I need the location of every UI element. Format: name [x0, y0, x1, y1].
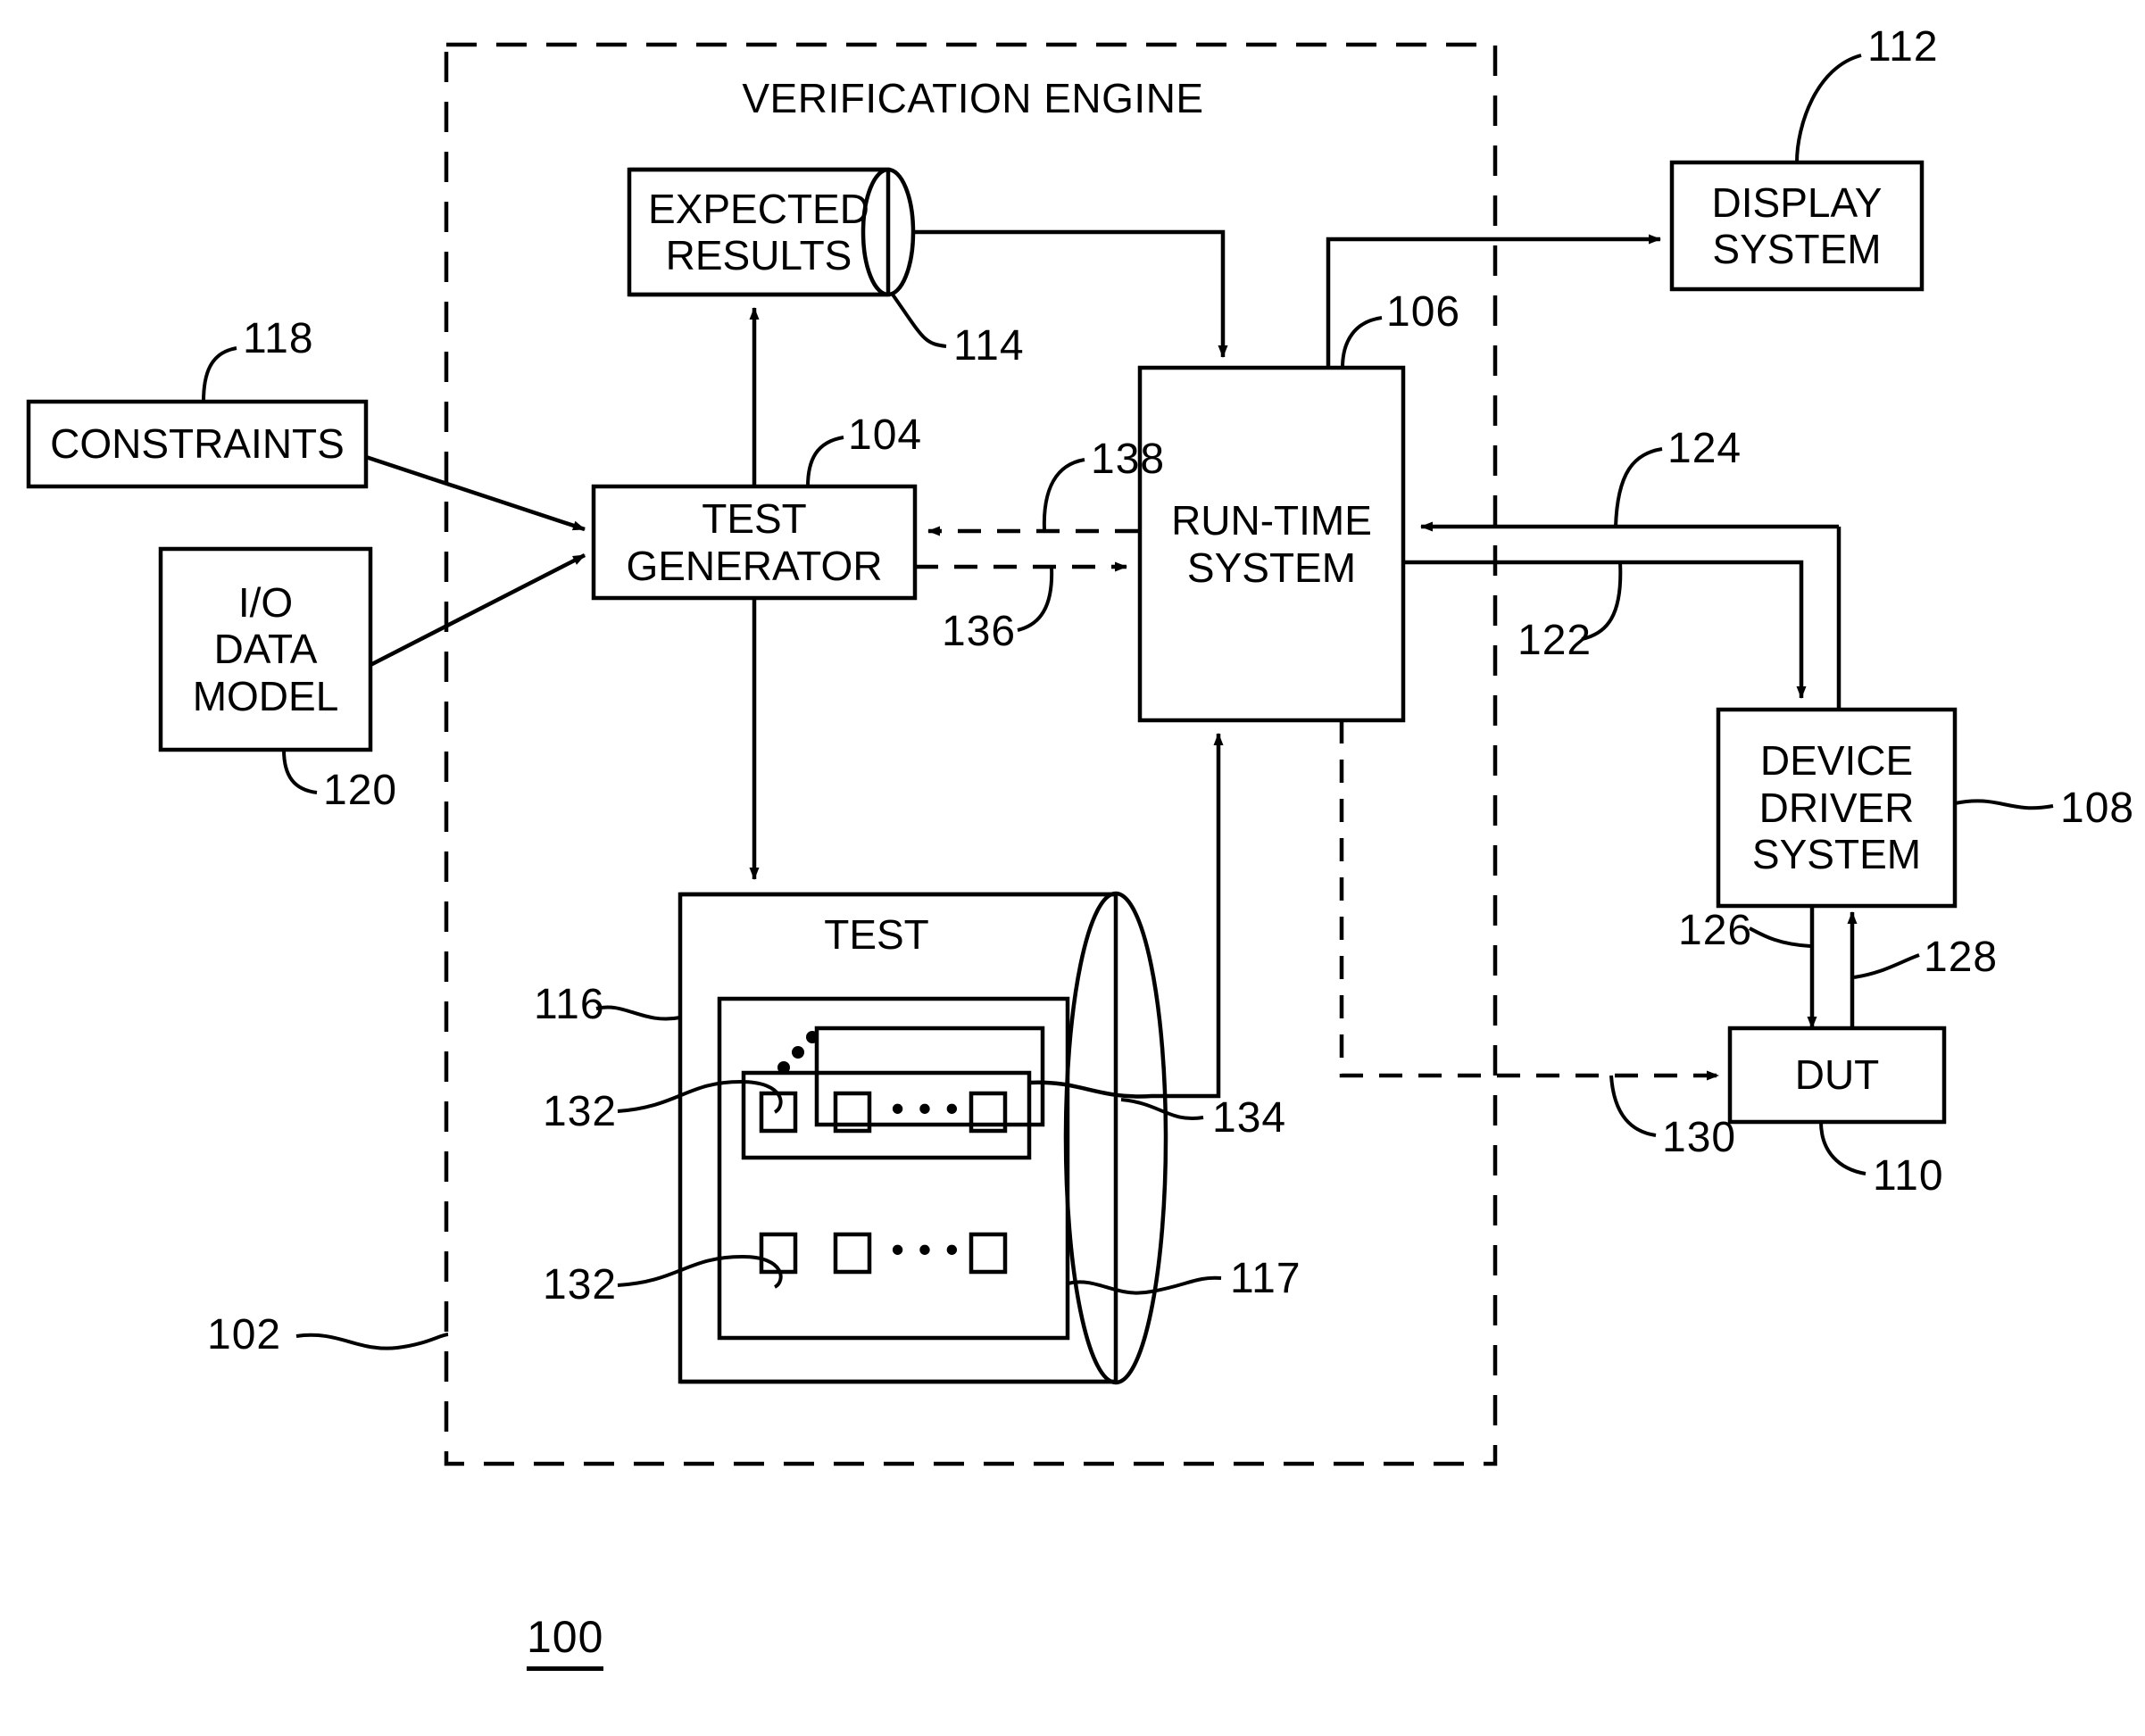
display-system-label: DISPLAY SYSTEM	[1711, 179, 1883, 272]
io-data-model-label: I/O DATA MODEL	[192, 578, 339, 719]
test-store-label: TEST	[824, 910, 929, 958]
test-element-square	[969, 1232, 1008, 1275]
device-driver-system-label: DEVICE DRIVER SYSTEM	[1751, 737, 1922, 878]
leader-128	[1853, 953, 1920, 979]
test-element-square	[759, 1091, 798, 1134]
ref-numeral-124: 124	[1667, 425, 1742, 472]
leader-120	[282, 749, 318, 794]
dut-label: DUT	[1794, 1051, 1880, 1099]
leader-126	[1749, 926, 1811, 948]
test-row-lower-ellipsis: • • •	[891, 1228, 960, 1270]
ref-numeral-102: 102	[207, 1311, 282, 1358]
patent-figure-page: VERIFICATION ENGINE EXPECTED RESULTS CON…	[0, 0, 2145, 1736]
leader-132-upper	[617, 1079, 783, 1114]
leader-118	[202, 346, 237, 403]
leader-114	[891, 293, 947, 348]
leader-134	[1120, 1098, 1204, 1120]
leader-138	[1042, 458, 1085, 532]
expected-results-label: EXPECTED RESULTS	[648, 185, 869, 278]
leader-102	[295, 1333, 449, 1350]
figure-number: 100	[527, 1611, 604, 1671]
ref-numeral-122: 122	[1517, 617, 1592, 664]
test-inner-rect	[717, 996, 1070, 1341]
ref-numeral-118: 118	[243, 315, 314, 362]
ref-numeral-130: 130	[1662, 1114, 1737, 1161]
sequence-stack-dots	[777, 1031, 819, 1074]
ref-numeral-126: 126	[1678, 907, 1753, 954]
ref-numeral-106: 106	[1386, 288, 1461, 336]
leader-104	[806, 436, 844, 487]
leader-117	[1067, 1275, 1222, 1295]
leader-130	[1609, 1075, 1657, 1137]
ref-numeral-134: 134	[1212, 1094, 1287, 1142]
link-130-runtime-to-dut	[1339, 720, 1719, 1081]
ref-numeral-136: 136	[942, 608, 1017, 655]
leader-136	[1017, 566, 1054, 632]
leader-132-lower	[617, 1254, 783, 1289]
ref-numeral-128: 128	[1924, 934, 1999, 981]
ref-numeral-120: 120	[323, 767, 398, 814]
ref-numeral-104: 104	[848, 411, 923, 459]
leader-106	[1341, 316, 1383, 369]
leader-108	[1954, 799, 2054, 810]
run-time-system-label: RUN-TIME SYSTEM	[1171, 497, 1372, 591]
constraints-label: CONSTRAINTS	[50, 420, 345, 468]
test-element-square	[833, 1232, 872, 1275]
ref-numeral-116: 116	[534, 981, 605, 1028]
leader-110	[1819, 1121, 1866, 1175]
test-store-cylinder	[678, 891, 1168, 1385]
leader-124	[1614, 447, 1663, 527]
ref-numeral-138: 138	[1091, 436, 1166, 483]
link-constraints-to-testgen	[365, 454, 586, 532]
ref-numeral-110: 110	[1873, 1152, 1944, 1200]
ref-numeral-117: 117	[1230, 1255, 1301, 1302]
ref-numeral-112: 112	[1867, 23, 1939, 71]
test-row-upper-ellipsis: • • •	[891, 1087, 960, 1129]
ref-numeral-114: 114	[953, 322, 1025, 370]
ref-numeral-108: 108	[2060, 785, 2135, 832]
verification-engine-title: VERIFICATION ENGINE	[742, 75, 1204, 121]
link-iodata-to-testgen	[369, 552, 586, 668]
leader-116	[595, 1005, 681, 1021]
ref-numeral-132-lower: 132	[543, 1261, 618, 1308]
leader-112	[1795, 54, 1862, 163]
ref-numeral-132-upper: 132	[543, 1088, 618, 1135]
test-generator-label: TEST GENERATOR	[626, 495, 883, 589]
